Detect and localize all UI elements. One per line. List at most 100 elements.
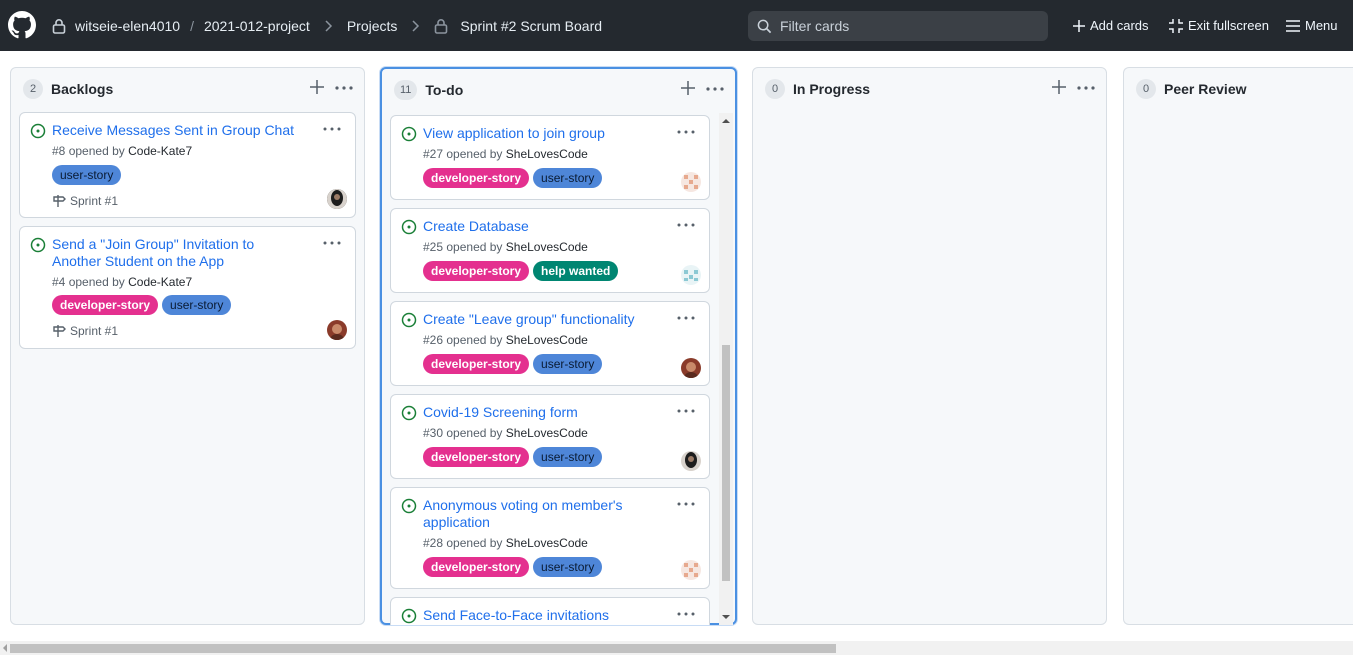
scrollbar-thumb[interactable] <box>10 644 836 653</box>
issue-number: #8 <box>52 144 66 158</box>
label-developer-story[interactable]: developer-story <box>423 354 530 374</box>
issue-card[interactable]: Receive Messages Sent in Group Chat #8 o… <box>19 112 356 218</box>
issue-title[interactable]: Create Database <box>423 218 529 235</box>
column-menu-icon[interactable] <box>335 81 353 95</box>
exit-fullscreen-label: Exit fullscreen <box>1188 18 1269 33</box>
issue-card[interactable]: Covid-19 Screening form #30 opened by Sh… <box>390 394 710 479</box>
milestone[interactable]: Sprint #1 <box>52 194 118 208</box>
issue-author[interactable]: SheLovesCode <box>506 147 588 161</box>
project-board: 2 Backlogs Receive Messages Sent in Grou… <box>0 51 1353 641</box>
card-menu-icon[interactable] <box>677 407 695 415</box>
filter-cards-input[interactable] <box>780 18 1030 34</box>
issue-card[interactable]: Anonymous voting on member's application… <box>390 487 710 589</box>
issue-opened-by: opened by <box>68 275 125 289</box>
milestone-label: Sprint #1 <box>70 194 119 208</box>
issue-title[interactable]: Send a "Join Group" Invitation to Anothe… <box>52 236 254 270</box>
label-user-story[interactable]: user-story <box>533 447 603 467</box>
issue-number: #26 <box>423 333 444 347</box>
label-help-wanted[interactable]: help wanted <box>533 261 619 281</box>
issue-labels: user-story <box>52 165 122 185</box>
issue-title[interactable]: Create "Leave group" functionality <box>423 311 635 328</box>
issue-author[interactable]: SheLovesCode <box>506 536 588 550</box>
card-menu-icon[interactable] <box>677 221 695 229</box>
label-developer-story[interactable]: developer-story <box>423 261 530 281</box>
assignee-avatar[interactable] <box>327 320 347 340</box>
column-backlogs: 2 Backlogs Receive Messages Sent in Grou… <box>10 67 365 625</box>
assignee-avatar[interactable] <box>681 560 701 580</box>
label-user-story[interactable]: user-story <box>52 165 122 185</box>
identicon-avatar <box>681 560 701 580</box>
column-in-progress: 0 In Progress <box>752 67 1107 625</box>
scroll-down-arrow-icon[interactable] <box>722 613 730 621</box>
issue-title-line: Another Student on the App <box>52 253 225 269</box>
issue-card[interactable]: Create Database #25 opened by SheLovesCo… <box>390 208 710 293</box>
menu-button[interactable]: Menu <box>1286 0 1338 51</box>
issue-opened-by: opened by <box>68 144 125 158</box>
issue-author[interactable]: SheLovesCode <box>506 240 588 254</box>
plus-icon <box>1073 19 1085 32</box>
assignee-avatar[interactable] <box>681 451 701 471</box>
label-user-story[interactable]: user-story <box>162 295 232 315</box>
issue-author[interactable]: Code-Kate7 <box>128 144 192 158</box>
card-menu-icon[interactable] <box>677 128 695 136</box>
label-developer-story[interactable]: developer-story <box>423 447 530 467</box>
column-menu-icon[interactable] <box>706 82 724 96</box>
scrollbar-thumb[interactable] <box>722 345 730 581</box>
column-menu-icon[interactable] <box>1077 81 1095 95</box>
issue-meta: #25 opened by SheLovesCode <box>423 240 588 254</box>
issue-card[interactable]: Send Face-to-Face invitations <box>390 597 710 625</box>
breadcrumb-repo[interactable]: 2021-012-project <box>204 18 310 34</box>
card-menu-icon[interactable] <box>677 314 695 322</box>
issue-author[interactable]: SheLovesCode <box>506 333 588 347</box>
exit-fullscreen-button[interactable]: Exit fullscreen <box>1169 0 1269 51</box>
add-card-plus-icon[interactable] <box>310 80 324 94</box>
issue-meta: #4 opened by Code-Kate7 <box>52 275 192 289</box>
assignee-avatar[interactable] <box>327 189 347 209</box>
card-menu-icon[interactable] <box>677 610 695 618</box>
assignee-avatar[interactable] <box>681 265 701 285</box>
filter-cards-field[interactable] <box>748 11 1048 41</box>
card-menu-icon[interactable] <box>323 125 341 133</box>
label-developer-story[interactable]: developer-story <box>52 295 159 315</box>
issue-title[interactable]: Receive Messages Sent in Group Chat <box>52 122 294 139</box>
assignee-avatar[interactable] <box>681 172 701 192</box>
scroll-up-arrow-icon[interactable] <box>722 117 730 125</box>
issue-card[interactable]: Send a "Join Group" Invitation to Anothe… <box>19 226 356 349</box>
github-logo-icon[interactable] <box>8 11 36 39</box>
issue-title[interactable]: Covid-19 Screening form <box>423 404 578 421</box>
issue-title[interactable]: Send Face-to-Face invitations <box>423 607 609 624</box>
scroll-left-arrow-icon[interactable] <box>2 644 8 652</box>
label-developer-story[interactable]: developer-story <box>423 557 530 577</box>
card-menu-icon[interactable] <box>323 239 341 247</box>
label-user-story[interactable]: user-story <box>533 168 603 188</box>
issue-card[interactable]: Create "Leave group" functionality #26 o… <box>390 301 710 386</box>
add-cards-button[interactable]: Add cards <box>1073 0 1149 51</box>
add-card-plus-icon[interactable] <box>1052 80 1066 94</box>
card-menu-icon[interactable] <box>677 500 695 508</box>
chevron-right-icon <box>412 19 420 32</box>
open-issue-icon <box>401 608 417 624</box>
milestone[interactable]: Sprint #1 <box>52 324 118 338</box>
label-user-story[interactable]: user-story <box>533 557 603 577</box>
issue-opened-by: opened by <box>446 240 503 254</box>
search-icon <box>757 19 772 34</box>
avatar-image <box>327 189 347 209</box>
label-developer-story[interactable]: developer-story <box>423 168 530 188</box>
assignee-avatar[interactable] <box>681 358 701 378</box>
issue-labels: developer-story user-story <box>423 354 603 374</box>
horizontal-scrollbar[interactable] <box>0 641 1353 655</box>
column-header: 0 Peer Review <box>1124 68 1353 110</box>
milestone-label: Sprint #1 <box>70 324 119 338</box>
issue-card[interactable]: View application to join group #27 opene… <box>390 115 710 200</box>
add-card-plus-icon[interactable] <box>681 81 695 95</box>
issue-author[interactable]: Code-Kate7 <box>128 275 192 289</box>
column-scrollbar[interactable] <box>719 113 733 625</box>
label-user-story[interactable]: user-story <box>533 354 603 374</box>
column-header: 11 To-do <box>382 69 735 111</box>
breadcrumb-projects[interactable]: Projects <box>347 18 398 34</box>
issue-title[interactable]: Anonymous voting on member's application <box>423 497 623 531</box>
issue-author[interactable]: SheLovesCode <box>506 426 588 440</box>
open-issue-icon <box>401 312 417 328</box>
breadcrumb-owner[interactable]: witseie-elen4010 <box>75 18 180 34</box>
issue-title[interactable]: View application to join group <box>423 125 605 142</box>
